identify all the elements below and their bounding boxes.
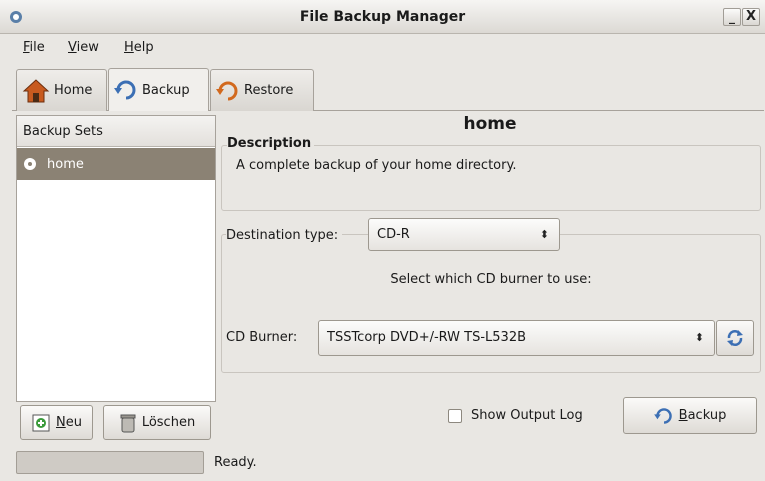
show-output-log-checkbox[interactable] [448,409,462,423]
destination-type-value: CD-R [377,227,410,242]
spin-arrows-icon: ⬍ [694,331,704,344]
tab-home-label: Home [54,83,93,98]
delete-button[interactable]: Löschen [103,405,211,440]
destination-type-label: Destination type: [226,228,343,243]
tab-backup[interactable]: Backup [108,68,209,111]
tab-restore[interactable]: Restore [210,69,314,111]
spin-arrows-icon: ⬍ [539,228,549,241]
add-icon [32,414,50,431]
backup-button[interactable]: Backup [623,397,757,434]
menu-view[interactable]: View [68,40,99,55]
description-text: A complete backup of your home directory… [236,158,517,173]
backup-arrow-icon [653,407,672,424]
backup-sets-list: Backup Sets home [16,115,216,402]
backup-set-title: home [463,114,517,134]
backup-sets-header: Backup Sets [17,116,215,147]
tab-backup-label: Backup [142,82,190,98]
select-burner-text: Select which CD burner to use: [390,272,592,287]
description-frame [221,145,761,211]
tab-restore-label: Restore [244,83,294,98]
refresh-icon [727,330,743,346]
destination-type-select[interactable]: CD-R ⬍ [368,218,560,251]
window-title: File Backup Manager [299,9,466,25]
tab-home[interactable]: Home [16,69,107,111]
menu-bar: File View Help [0,34,765,62]
progress-bar [16,451,204,474]
cd-burner-value: TSSTcorp DVD+/-RW TS-L532B [327,330,527,345]
cd-burner-label: CD Burner: [226,330,298,345]
refresh-button[interactable] [716,320,754,356]
description-label: Description [227,136,315,151]
restore-arrow-icon [216,81,238,100]
backup-arrow-icon [114,80,136,100]
trash-icon [120,414,136,432]
backup-button-label: Backup [678,408,727,423]
status-text: Ready. [214,455,257,470]
minimize-button[interactable]: _ [723,8,741,26]
show-output-log-label[interactable]: Show Output Log [471,408,583,423]
menu-help[interactable]: Help [124,40,154,55]
disc-icon [24,158,36,170]
list-item[interactable]: home [17,148,215,180]
list-item-label: home [47,156,84,172]
close-button[interactable]: X [742,8,760,26]
new-button[interactable]: Neu [20,405,93,440]
cd-burner-select[interactable]: TSSTcorp DVD+/-RW TS-L532B ⬍ [318,320,715,356]
house-icon [22,78,50,102]
title-bar: File Backup Manager _ X [0,0,765,34]
new-button-label: Neu [56,415,82,430]
menu-file[interactable]: File [23,40,45,55]
delete-button-label: Löschen [141,415,196,430]
